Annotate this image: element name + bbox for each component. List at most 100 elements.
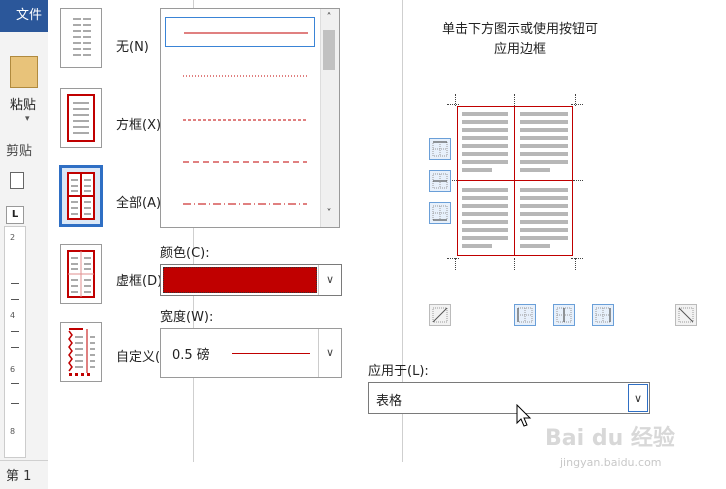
tab-selector[interactable]: L — [6, 206, 24, 224]
ruler-tick — [11, 283, 19, 284]
preview-text — [462, 220, 508, 224]
corner-guide — [455, 94, 456, 106]
width-value: 0.5 磅 — [172, 348, 210, 363]
border-right-button[interactable] — [592, 304, 614, 326]
setting-all-label[interactable]: 全部(A) — [116, 192, 161, 211]
corner-guide — [575, 258, 576, 270]
preview-hint-line2: 应用边框 — [493, 42, 546, 57]
preview-text — [520, 244, 550, 248]
preview-text — [462, 236, 508, 240]
corner-guide — [455, 258, 456, 270]
preview-text — [520, 160, 568, 164]
ruler-tick — [11, 331, 19, 332]
diagonal-up-button[interactable] — [429, 304, 451, 326]
apply-to-label: 应用于(L): — [368, 364, 429, 379]
line-style-list[interactable] — [160, 8, 340, 228]
chevron-down-icon[interactable]: ∨ — [318, 265, 341, 295]
corner-guide — [447, 104, 459, 105]
border-bottom-button[interactable] — [429, 202, 451, 224]
preview-text — [462, 244, 492, 248]
ruler-tick — [11, 383, 19, 384]
setting-none-icon[interactable] — [60, 8, 102, 68]
preview-text — [462, 196, 508, 200]
color-swatch[interactable] — [163, 267, 317, 293]
scroll-down-icon[interactable]: ˅ — [320, 208, 338, 219]
vertical-ruler: 2 4 6 8 — [4, 226, 26, 458]
ruler-tick — [11, 403, 19, 404]
borders-dialog — [48, 0, 726, 488]
preview-text — [520, 168, 550, 172]
setting-grid-label[interactable]: 虚框(D) — [116, 270, 162, 289]
preview-inside-vertical[interactable] — [514, 106, 515, 256]
line-style-dash-dot[interactable] — [165, 189, 315, 219]
corner-guide — [447, 258, 459, 259]
preview-text — [520, 144, 568, 148]
preview-text — [462, 160, 508, 164]
paste-icon[interactable] — [10, 56, 38, 88]
chevron-down-icon[interactable]: ∨ — [628, 384, 648, 412]
width-label: 宽度(W): — [160, 310, 214, 325]
preview-text — [462, 212, 508, 216]
setting-custom-icon[interactable] — [60, 322, 102, 382]
preview-text — [520, 236, 568, 240]
clipboard-group-label: 剪贴 — [6, 144, 33, 159]
preview-text — [462, 136, 508, 140]
paste-button-label[interactable]: 粘贴 — [10, 94, 36, 113]
line-style-dotted[interactable] — [165, 61, 315, 91]
tab-file[interactable]: 文件 — [0, 0, 48, 32]
preview-text — [520, 128, 568, 132]
apply-to-value: 表格 — [376, 394, 403, 409]
color-label: 颜色(C): — [160, 246, 210, 261]
corner-guide — [514, 258, 515, 270]
preview-text — [520, 212, 568, 216]
setting-box-label[interactable]: 方框(X) — [116, 114, 161, 133]
chevron-down-icon[interactable]: ∨ — [318, 329, 341, 377]
preview-text — [462, 144, 508, 148]
chevron-down-icon[interactable]: ▾ — [25, 114, 30, 124]
status-page-number[interactable]: 第 1 — [6, 465, 31, 484]
watermark-url: jingyan.baidu.com — [560, 456, 662, 469]
preview-text — [520, 196, 568, 200]
preview-text — [462, 188, 508, 192]
ruler-tick — [11, 347, 19, 348]
mouse-cursor-icon — [516, 403, 532, 432]
border-inside-vertical-button[interactable] — [553, 304, 575, 326]
preview-text — [520, 152, 568, 156]
preview-hint: 单击下方图示或使用按钮可 应用边框 — [410, 20, 630, 60]
line-style-solid[interactable] — [165, 17, 315, 47]
preview-text — [520, 112, 568, 116]
preview-text — [462, 152, 508, 156]
ruler-number: 8 — [10, 427, 16, 436]
preview-text — [462, 112, 508, 116]
preview-text — [520, 220, 568, 224]
corner-guide — [514, 94, 515, 106]
corner-guide — [575, 94, 576, 106]
preview-inside-horizontal[interactable] — [457, 180, 573, 181]
border-top-button[interactable] — [429, 138, 451, 160]
line-style-dashed-small[interactable] — [165, 105, 315, 135]
ruler-tick — [11, 299, 19, 300]
document-icon[interactable] — [10, 172, 24, 189]
border-inside-horizontal-button[interactable] — [429, 170, 451, 192]
diagonal-down-button[interactable] — [675, 304, 697, 326]
watermark-logo: Bai du 经验 — [545, 426, 675, 451]
border-left-button[interactable] — [514, 304, 536, 326]
setting-all-icon[interactable] — [59, 165, 103, 227]
preview-text — [520, 188, 568, 192]
apply-to-select[interactable] — [368, 382, 650, 414]
scroll-up-icon[interactable]: ˄ — [320, 12, 338, 23]
setting-none-label[interactable]: 无(N) — [116, 36, 149, 55]
preview-text — [520, 120, 568, 124]
preview-text — [462, 120, 508, 124]
corner-guide — [571, 258, 583, 259]
corner-guide — [571, 104, 583, 105]
setting-box-icon[interactable] — [60, 88, 102, 148]
scroll-thumb[interactable] — [323, 30, 335, 70]
preview-text — [520, 136, 568, 140]
preview-text — [462, 228, 508, 232]
preview-hint-line1: 单击下方图示或使用按钮可 — [441, 22, 598, 37]
preview-text — [462, 128, 508, 132]
setting-grid-icon[interactable] — [60, 244, 102, 304]
preview-text — [462, 168, 492, 172]
line-style-dashed[interactable] — [165, 147, 315, 177]
